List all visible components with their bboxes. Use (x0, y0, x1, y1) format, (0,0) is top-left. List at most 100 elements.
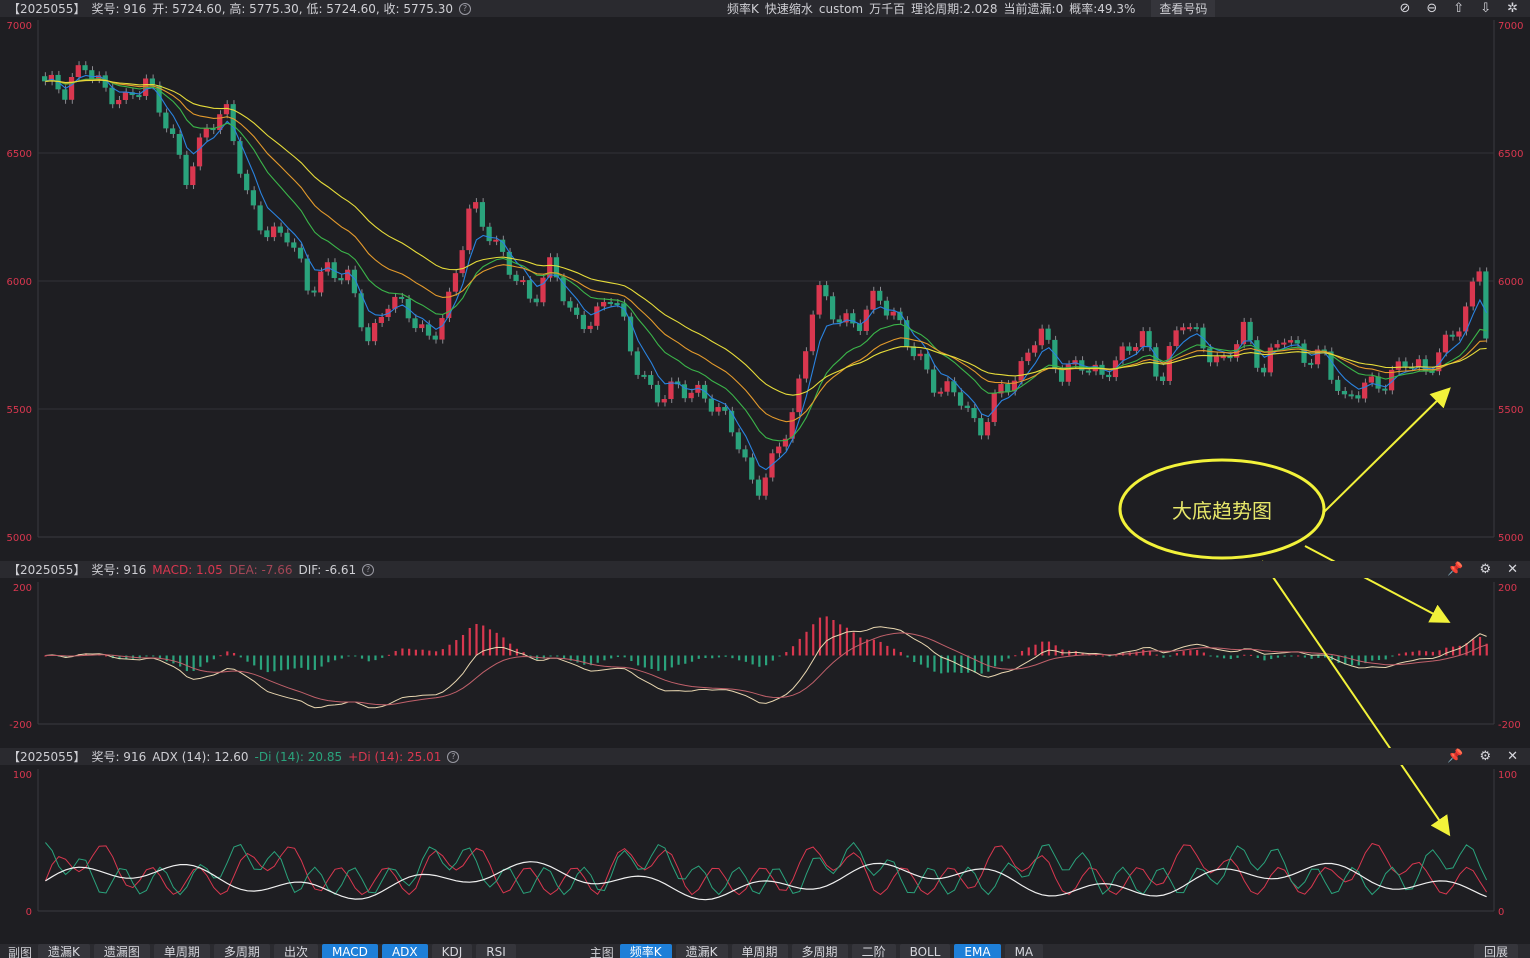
macd-bar (280, 655, 283, 671)
dif-value: DIF: -6.61 (298, 562, 357, 577)
bottom-toolbar: 副图 遗漏K 遗漏图 单周期 多周期 出次 MACD ADX KDJ RSI 主… (0, 944, 1530, 958)
main-btn-miss-k[interactable]: 遗漏K (675, 944, 728, 958)
macd-bar (475, 623, 478, 656)
sub-btn-count[interactable]: 出次 (273, 944, 318, 958)
sub-btn-macd[interactable]: MACD (321, 944, 378, 958)
macd-bar (919, 655, 923, 665)
adx-tick-label: 100 (1498, 770, 1517, 781)
candle (1483, 271, 1489, 339)
candle (1213, 356, 1220, 363)
expand-button[interactable]: 回展 (1473, 944, 1518, 958)
main-btn-ema[interactable]: EMA (954, 944, 1001, 958)
close-icon[interactable]: ✕ (1507, 562, 1518, 577)
candle (1442, 334, 1449, 353)
help-icon[interactable]: ? (362, 563, 375, 576)
macd-bar (906, 655, 909, 658)
macd-bar (434, 651, 438, 656)
down-icon[interactable]: ⇩ (1480, 1, 1491, 16)
macd-tick-label: -200 (9, 720, 32, 731)
macd-bar (1276, 655, 1280, 658)
macd-bar (825, 616, 828, 656)
macd-bar (980, 655, 983, 674)
main-btn-second-order[interactable]: 二阶 (851, 944, 896, 958)
macd-tick-label: -200 (1498, 720, 1521, 731)
gear-icon[interactable]: ✲ (1507, 1, 1518, 16)
sub-btn-rsi[interactable]: RSI (476, 944, 516, 958)
candle (1274, 344, 1280, 348)
candle (964, 405, 970, 408)
y-tick-label: 6500 (7, 149, 32, 160)
candle (466, 208, 472, 251)
back-icon[interactable]: ⊖ (1426, 1, 1437, 16)
up-icon[interactable]: ⇧ (1453, 1, 1464, 16)
candle (728, 410, 735, 433)
candle (1476, 271, 1482, 282)
macd-bar (340, 655, 343, 659)
tool-freq-k[interactable]: 频率K (727, 0, 759, 17)
main-chart-label: 主图 (589, 946, 614, 958)
macd-bar (1445, 647, 1448, 656)
macd-bar (1189, 650, 1192, 656)
settings-icon[interactable]: ⚙ (1479, 749, 1491, 764)
candle (1119, 346, 1125, 361)
macd-bar (1229, 655, 1232, 660)
candle (257, 205, 263, 231)
pin-icon[interactable]: 📌 (1447, 749, 1463, 764)
main-btn-ma[interactable]: MA (1004, 944, 1044, 958)
main-btn-single-period[interactable]: 单周期 (731, 944, 788, 958)
macd-bar (1169, 655, 1172, 657)
close-icon[interactable]: ✕ (1507, 749, 1518, 764)
tool-digits[interactable]: 万千百 (869, 0, 905, 17)
sub-btn-adx[interactable]: ADX (381, 944, 428, 958)
macd-bar (1283, 655, 1286, 657)
candle (116, 99, 122, 105)
main-btn-multi-period[interactable]: 多周期 (791, 944, 848, 958)
adx-tick-label: 0 (1498, 907, 1504, 918)
help-icon[interactable]: ? (447, 750, 460, 763)
candle (715, 407, 721, 412)
sub-btn-multi-period[interactable]: 多周期 (213, 944, 270, 958)
main-btn-freq-k[interactable]: 频率K (619, 944, 672, 958)
candle (1456, 331, 1462, 337)
macd-bar (670, 655, 673, 668)
candle (668, 381, 674, 400)
macd-bar (488, 629, 492, 656)
macd-bar (704, 655, 707, 658)
tool-quick-shrink[interactable]: 快速缩水 (765, 0, 813, 17)
candle (169, 128, 176, 134)
compass-icon[interactable]: ⊘ (1399, 1, 1410, 16)
macd-bar (616, 655, 620, 658)
sub-btn-miss-k[interactable]: 遗漏K (38, 944, 90, 958)
candle (163, 112, 169, 129)
pin-icon[interactable]: 📌 (1447, 562, 1463, 577)
view-numbers-button[interactable]: 查看号码 (1151, 0, 1216, 17)
macd-bar (940, 655, 943, 674)
macd-bar (1202, 652, 1205, 656)
candle (318, 271, 324, 293)
candle (196, 137, 203, 167)
candle (1308, 362, 1314, 365)
sub-btn-kdj[interactable]: KDJ (431, 944, 473, 958)
macd-bar (293, 655, 296, 669)
candle (446, 291, 452, 319)
tool-custom[interactable]: custom (819, 2, 863, 16)
sub-btn-single-period[interactable]: 单周期 (153, 944, 210, 958)
candle (984, 422, 991, 436)
help-icon[interactable]: ? (459, 2, 472, 15)
main-btn-boll[interactable]: BOLL (899, 944, 951, 958)
settings-icon[interactable]: ⚙ (1479, 562, 1491, 577)
ema-line (45, 78, 1487, 442)
candle (419, 324, 425, 329)
header-code: 【2025055】 (8, 2, 86, 16)
candle (924, 353, 930, 370)
candle (661, 399, 667, 403)
annotation-arrow (1323, 387, 1451, 513)
macd-bar (206, 655, 209, 663)
macd-bar (495, 632, 498, 656)
candle (755, 479, 762, 496)
candle (917, 353, 923, 357)
macd-bar (1404, 652, 1408, 656)
macd-bar (650, 655, 653, 669)
macd-bar (381, 655, 384, 658)
sub-btn-miss-chart[interactable]: 遗漏图 (93, 944, 150, 958)
